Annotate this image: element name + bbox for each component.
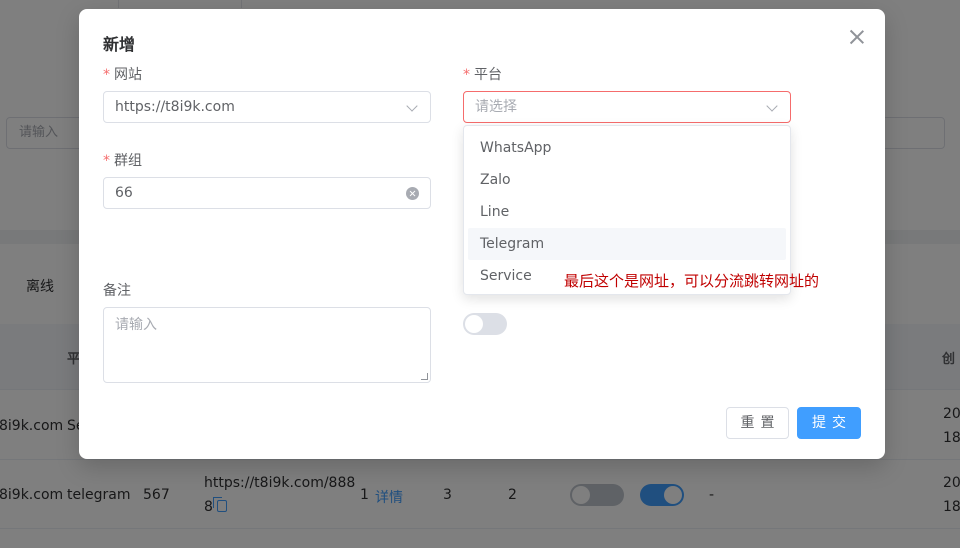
close-icon[interactable] bbox=[849, 29, 865, 45]
status-switch[interactable] bbox=[463, 313, 507, 335]
dialog-title: 新增 bbox=[103, 35, 136, 54]
chevron-down-icon bbox=[766, 100, 778, 112]
required-mark: * bbox=[463, 67, 470, 83]
remark-placeholder: 请输入 bbox=[115, 317, 157, 333]
annotation-note: 最后这个是网址，可以分流跳转网址的 bbox=[564, 272, 820, 290]
option-telegram[interactable]: Telegram bbox=[468, 228, 786, 260]
option-zalo[interactable]: Zalo bbox=[468, 164, 786, 196]
resize-handle-icon[interactable] bbox=[421, 373, 428, 380]
clear-icon[interactable] bbox=[406, 187, 419, 200]
site-label-text: 网站 bbox=[114, 67, 142, 83]
site-label: * 网站 bbox=[103, 64, 142, 84]
site-select[interactable]: https://t8i9k.com bbox=[103, 91, 431, 123]
remark-label: 备注 bbox=[103, 283, 131, 299]
option-whatsapp[interactable]: WhatsApp bbox=[468, 132, 786, 164]
group-label-text: 群组 bbox=[114, 153, 142, 169]
platform-label-text: 平台 bbox=[474, 67, 502, 83]
required-mark: * bbox=[103, 153, 110, 169]
remark-textarea[interactable]: 请输入 bbox=[103, 307, 431, 383]
submit-button[interactable]: 提交 bbox=[797, 407, 861, 439]
reset-button[interactable]: 重置 bbox=[726, 407, 789, 439]
group-value: 66 bbox=[115, 185, 133, 201]
platform-select[interactable]: 请选择 bbox=[463, 91, 791, 123]
chevron-down-icon bbox=[406, 100, 418, 112]
required-mark: * bbox=[103, 67, 110, 83]
site-value: https://t8i9k.com bbox=[115, 99, 235, 115]
option-line[interactable]: Line bbox=[468, 196, 786, 228]
group-label: * 群组 bbox=[103, 150, 142, 170]
group-select[interactable]: 66 bbox=[103, 177, 431, 209]
switch-knob bbox=[465, 315, 483, 333]
platform-label: * 平台 bbox=[463, 64, 502, 84]
platform-placeholder: 请选择 bbox=[475, 99, 517, 115]
